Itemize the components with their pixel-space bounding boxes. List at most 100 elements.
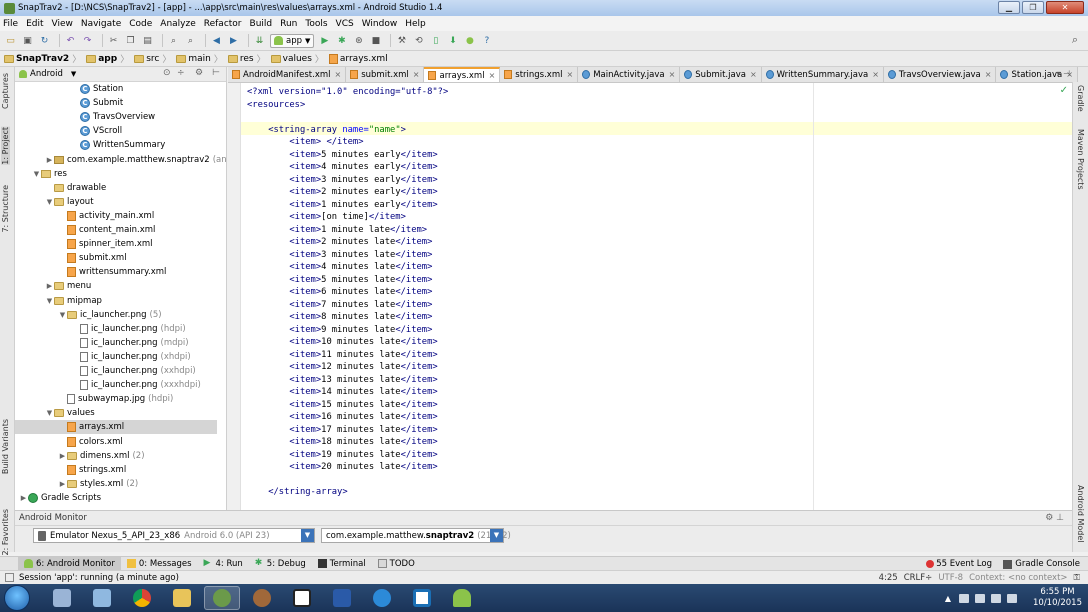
tree-item[interactable]: ▶ Gradle Scripts [19,491,101,505]
find-icon[interactable]: ⌕ [167,34,180,47]
close-tab-icon[interactable]: × [669,70,676,79]
breadcrumb-project[interactable]: SnapTrav2 〉 [4,52,84,65]
expand-arrow-icon[interactable]: ▼ [45,409,54,417]
tree-item[interactable]: ▶ styles.xml (2) [58,477,138,491]
breadcrumb-app[interactable]: app 〉 [86,52,132,65]
show-hidden-icons-icon[interactable]: ▲ [945,594,951,603]
editor-tab[interactable]: WrittenSummary.java × [761,67,884,82]
undo-icon[interactable]: ↶ [64,34,77,47]
display-icon[interactable] [975,593,985,603]
tree-item[interactable]: writtensummary.xml [58,265,166,279]
code-editor[interactable]: ✓ <?xml version="1.0" encoding="utf-8"?>… [228,83,1072,510]
editor-tab[interactable]: submit.xml × [346,67,425,82]
taskbar-calculator[interactable] [44,586,80,610]
android-model-tool-tab[interactable]: Android Model [1076,485,1085,543]
collapse-all-icon[interactable]: ÷ [177,68,185,78]
tree-item[interactable]: arrays.xml [15,420,217,435]
editor-tab[interactable]: Submit.java × [680,67,762,82]
tool-tab-android-monitor[interactable]: 6: Android Monitor [18,556,121,571]
taskbar-explorer[interactable] [164,586,200,610]
collapse-arrow-icon[interactable]: ▶ [19,494,28,502]
save-icon[interactable]: ▣ [21,34,34,47]
run-icon[interactable]: ▶ [318,34,331,47]
tree-item[interactable]: content_main.xml [58,223,155,237]
volume-icon[interactable] [1007,593,1017,603]
expand-arrow-icon[interactable]: ▼ [32,170,41,178]
menu-window[interactable]: Window [362,19,398,29]
event-log-button[interactable]: 55 Event Log [926,557,992,571]
start-button[interactable] [4,585,30,611]
make-project-icon[interactable]: ⇊ [253,34,266,47]
project-structure-icon[interactable]: ⚒ [395,34,408,47]
attach-debugger-icon[interactable]: ⊛ [352,34,365,47]
tool-windows-toggle-icon[interactable] [5,573,14,582]
file-encoding[interactable]: UTF-8 [938,573,963,583]
tree-item[interactable]: ic_launcher.png (mdpi) [71,336,189,350]
tree-item[interactable]: C VScroll [71,124,122,138]
gradle-tool-tab[interactable]: Gradle [1076,85,1085,112]
menu-edit[interactable]: Edit [26,19,43,29]
menu-code[interactable]: Code [129,19,152,29]
flag-icon[interactable] [991,593,1001,603]
process-select[interactable]: com.example.matthew.snaptrav2 (21622) ▼ [321,528,511,543]
network-icon[interactable] [959,593,969,603]
menu-view[interactable]: View [52,19,73,29]
tree-item[interactable]: C Station [71,82,123,96]
line-separator[interactable]: CRLF÷ [904,573,933,583]
tree-item[interactable]: ▶ com.example.matthew.snaptrav2(andr [45,153,226,167]
taskbar-app-6[interactable] [244,586,280,610]
tab-overflow-icon[interactable]: ▾ ⊣ [1056,69,1070,78]
sync-scroll-icon[interactable]: ⊙ [163,68,171,78]
breadcrumb-res[interactable]: res 〉 [227,52,269,65]
redo-icon[interactable]: ↷ [81,34,94,47]
taskbar-clock[interactable]: 6:55 PM 10/10/2015 [1033,587,1082,609]
close-tab-icon[interactable]: × [335,70,342,79]
tree-item[interactable]: ic_launcher.png (hdpi) [71,322,186,336]
monitor-settings-gear-icon[interactable]: ⚙ ⊥ [1045,513,1064,523]
forward-icon[interactable]: ▶ [227,34,240,47]
captures-tool-tab[interactable]: Captures [1,73,10,109]
taskbar-android-studio[interactable] [204,586,240,610]
device-select[interactable]: Emulator Nexus_5_API_23_x86 Android 6.0 … [33,528,315,543]
maximize-button[interactable]: ❐ [1022,1,1044,14]
tree-item[interactable]: activity_main.xml [58,209,154,223]
tree-item[interactable]: C WrittenSummary [71,138,165,152]
menu-analyze[interactable]: Analyze [160,19,195,29]
back-icon[interactable]: ◀ [210,34,223,47]
minimize-button[interactable]: ▁ [998,1,1020,14]
collapse-arrow-icon[interactable]: ▶ [58,452,67,460]
breadcrumb-values[interactable]: values 〉 [270,52,327,65]
editor-tab[interactable]: strings.xml × [500,67,579,82]
tool-tab-debug[interactable]: ✱ 5: Debug [249,557,312,571]
menu-run[interactable]: Run [280,19,297,29]
close-tab-icon[interactable]: × [489,71,496,80]
caret-position[interactable]: 4:25 [879,573,898,583]
taskbar-chrome[interactable] [124,586,160,610]
editor-tab[interactable]: AndroidManifest.xml × [228,67,347,82]
lock-icon[interactable]: ⚿ [1074,573,1080,583]
cut-icon[interactable]: ✂ [107,34,120,47]
menu-tools[interactable]: Tools [305,19,327,29]
expand-arrow-icon[interactable]: ▼ [58,311,67,319]
android-device-monitor-icon[interactable]: ● [463,34,476,47]
close-button[interactable]: ✕ [1046,1,1084,14]
close-tab-icon[interactable]: × [566,70,573,79]
tree-item[interactable]: ▼ mipmap [45,294,102,308]
tree-item[interactable]: C Submit [71,96,123,110]
avd-manager-icon[interactable]: ▯ [429,34,442,47]
tree-item[interactable]: ▶ dimens.xml (2) [58,449,145,463]
collapse-arrow-icon[interactable]: ▶ [58,480,67,488]
help-icon[interactable]: ? [480,34,493,47]
paste-icon[interactable]: ▤ [141,34,154,47]
breadcrumb-arrays[interactable]: arrays.xml [328,53,388,64]
project-view-select[interactable]: Android [30,69,63,79]
taskbar-7zip[interactable] [284,586,320,610]
editor-tab[interactable]: arrays.xml × [424,67,501,82]
stop-icon[interactable]: ■ [369,34,382,47]
open-folder-icon[interactable]: ▭ [4,34,17,47]
tool-tab-terminal[interactable]: Terminal [312,557,372,571]
close-tab-icon[interactable]: × [413,70,420,79]
tool-tab-messages[interactable]: 0: Messages [121,557,198,571]
tree-item[interactable]: ic_launcher.png (xhdpi) [71,350,191,364]
sync-gradle-icon[interactable]: ⟲ [412,34,425,47]
